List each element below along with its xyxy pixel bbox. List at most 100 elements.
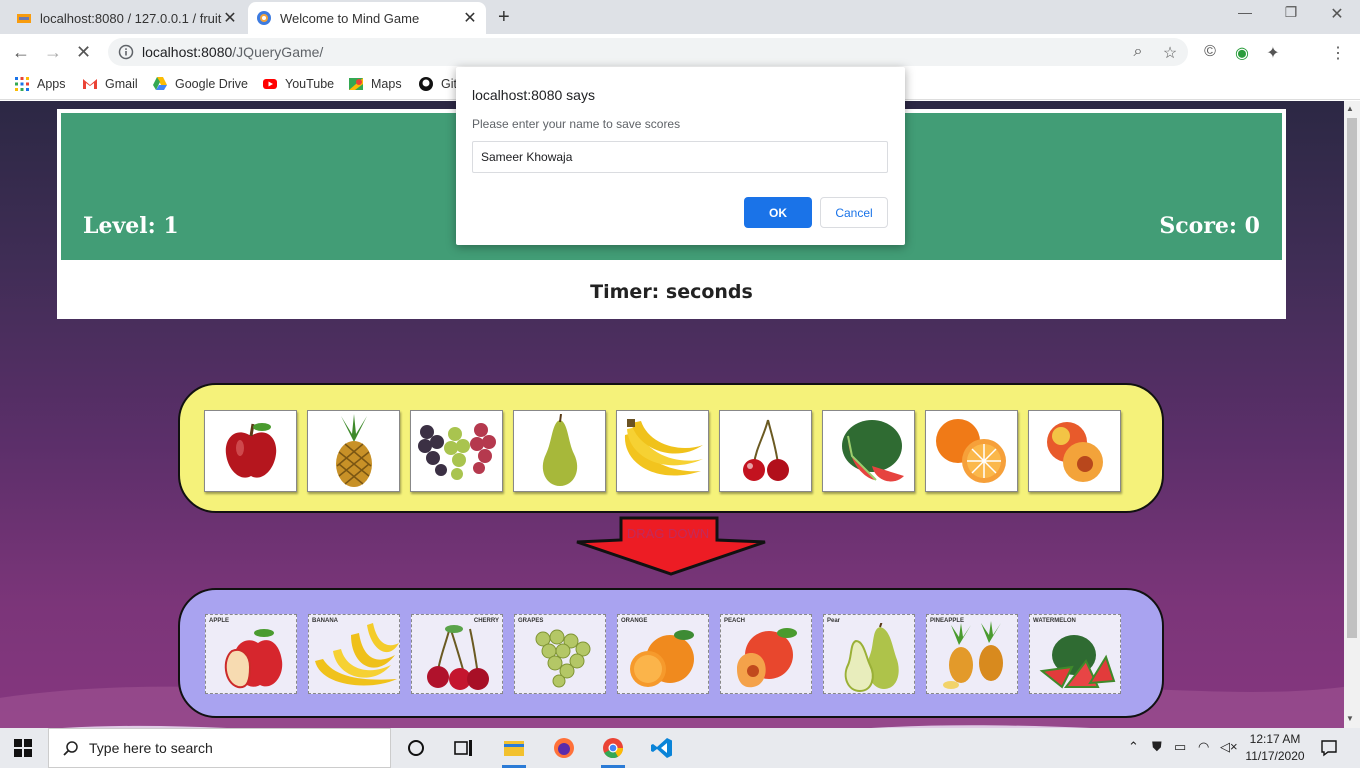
apple-icon (225, 423, 276, 478)
draggable-fruit-cherry[interactable] (719, 410, 812, 492)
scroll-down-icon[interactable]: ▼ (1346, 714, 1354, 723)
file-explorer-icon[interactable] (502, 736, 526, 760)
task-view-icon[interactable] (452, 736, 476, 760)
browser-toolbar: ← → ✕ localhost:8080/JQueryGame/ ⌕ ☆ © ◉… (0, 34, 1360, 97)
draggable-fruit-pineapple[interactable] (307, 410, 400, 492)
tab-title: localhost:8080 / 127.0.0.1 / fruitg (40, 10, 222, 26)
orange-icon (935, 419, 1006, 483)
scroll-up-icon[interactable]: ▲ (1346, 104, 1354, 113)
extension-c-icon[interactable]: © (1200, 43, 1220, 61)
drop-slot-grapes[interactable]: GRAPES (514, 614, 606, 694)
url-path: /JQueryGame/ (232, 44, 324, 60)
cancel-button[interactable]: Cancel (820, 197, 888, 228)
tab-close-icon[interactable]: ✕ (462, 8, 478, 28)
drop-slot-cherry[interactable]: CHERRY (411, 614, 503, 694)
dialog-message: Please enter your name to save scores (472, 117, 681, 131)
google-drive-icon (153, 77, 167, 90)
taskbar-search[interactable]: Type here to search (48, 728, 391, 768)
drop-slot-banana[interactable]: BANANA (308, 614, 400, 694)
drop-slot-watermelon[interactable]: WATERMELON (1029, 614, 1121, 694)
bookmark-star-icon[interactable]: ☆ (1160, 43, 1180, 63)
drop-slot-orange[interactable]: ORANGE (617, 614, 709, 694)
watermelon-slices-icon (1039, 635, 1116, 689)
scrollbar-thumb[interactable] (1347, 118, 1357, 638)
volume-muted-icon[interactable]: ◁× (1220, 739, 1238, 755)
bookmark-label: Maps (371, 77, 402, 91)
peach-icon (1046, 422, 1103, 482)
drop-slot-apple[interactable]: APPLE (205, 614, 297, 694)
site-favicon-icon (257, 11, 271, 25)
wifi-icon[interactable]: ◠ (1198, 739, 1209, 755)
bookmark-youtube[interactable]: YouTube (262, 76, 334, 92)
draggable-fruit-pear[interactable] (513, 410, 606, 492)
drop-slot-pear[interactable]: Pear (823, 614, 915, 694)
tab-phpmyadmin[interactable]: localhost:8080 / 127.0.0.1 / fruitg ✕ (8, 2, 246, 34)
battery-icon[interactable]: ▭ (1174, 739, 1186, 755)
peach-half-icon (737, 628, 797, 688)
tab-bar: localhost:8080 / 127.0.0.1 / fruitg ✕ We… (0, 0, 1360, 34)
taskbar-clock[interactable]: 12:17 AM 11/17/2020 (1240, 731, 1310, 765)
bookmark-label: YouTube (285, 77, 335, 91)
bookmark-label: Gmail (105, 77, 138, 91)
slot-label: GRAPES (518, 618, 544, 624)
tab-mind-game[interactable]: Welcome to Mind Game ✕ (248, 2, 486, 34)
minimize-icon[interactable]: — (1222, 4, 1268, 20)
back-icon[interactable]: ← (12, 42, 30, 63)
new-tab-icon[interactable]: + (498, 6, 510, 29)
drop-slot-pineapple[interactable]: PINEAPPLE (926, 614, 1018, 694)
watermelon-icon (841, 420, 904, 482)
level-display: Level: 1 (83, 213, 179, 239)
clock-time: 12:17 AM (1249, 732, 1301, 746)
tab-close-icon[interactable]: ✕ (222, 8, 238, 28)
bookmark-google-drive[interactable]: Google Drive (152, 76, 248, 92)
draggable-fruit-watermelon[interactable] (822, 410, 915, 492)
tab-title: Welcome to Mind Game (280, 10, 420, 26)
cherries-icon (427, 625, 489, 690)
zoom-icon[interactable]: ⌕ (1128, 43, 1148, 61)
info-icon[interactable] (118, 44, 134, 60)
search-placeholder: Type here to search (89, 740, 213, 756)
windows-start-icon[interactable] (14, 739, 32, 757)
security-shield-icon[interactable]: ⛊ (1152, 739, 1162, 755)
ok-button[interactable]: OK (744, 197, 812, 228)
pear-icon (542, 414, 577, 486)
bookmark-github[interactable]: Git (418, 76, 457, 92)
extensions-puzzle-icon[interactable]: ✦ (1263, 43, 1283, 63)
bookmark-gmail[interactable]: Gmail (82, 76, 138, 92)
bookmark-label: Google Drive (175, 77, 248, 91)
window-close-icon[interactable]: ✕ (1314, 4, 1360, 24)
stop-loading-icon[interactable]: ✕ (76, 42, 91, 63)
forward-icon[interactable]: → (44, 42, 62, 63)
bookmark-maps[interactable]: Maps (348, 76, 402, 92)
bookmark-apps[interactable]: Apps (14, 76, 66, 92)
green-grapes-icon (535, 629, 591, 688)
cortana-icon[interactable] (404, 736, 428, 760)
vscode-icon[interactable] (650, 736, 674, 760)
firefox-icon[interactable] (552, 736, 576, 760)
menu-kebab-icon[interactable]: ⋮ (1328, 43, 1348, 63)
timer-display: Timer: seconds (590, 281, 753, 303)
draggable-fruit-orange[interactable] (925, 410, 1018, 492)
notification-icon[interactable] (1320, 739, 1338, 757)
dialog-title: localhost:8080 says (472, 87, 595, 103)
name-input[interactable] (472, 141, 888, 173)
drop-slot-peach[interactable]: PEACH (720, 614, 812, 694)
draggable-fruit-apple[interactable] (204, 410, 297, 492)
tray-chevron-icon[interactable]: ⌃ (1128, 739, 1139, 755)
apps-grid-icon (15, 77, 29, 91)
extension-globe-icon[interactable]: ◉ (1232, 43, 1252, 63)
url-host: localhost:8080 (142, 44, 233, 60)
drag-down-label: DRAG DOWN (626, 526, 710, 541)
pineapple-icon (335, 414, 372, 487)
draggable-fruit-banana[interactable] (616, 410, 709, 492)
youtube-icon (263, 79, 277, 89)
apple-slice-icon (224, 629, 283, 689)
orange-slice-icon (630, 630, 694, 687)
restore-icon[interactable]: ❐ (1268, 4, 1314, 21)
chrome-icon[interactable] (601, 736, 625, 760)
prompt-dialog: localhost:8080 says Please enter your na… (456, 67, 905, 245)
draggable-fruit-peach[interactable] (1028, 410, 1121, 492)
draggable-fruit-grapes[interactable] (410, 410, 503, 492)
windows-taskbar: Type here to search ⌃ ⛊ ▭ ◠ ◁× 12:17 AM … (0, 728, 1360, 768)
pear-half-icon (844, 623, 899, 693)
